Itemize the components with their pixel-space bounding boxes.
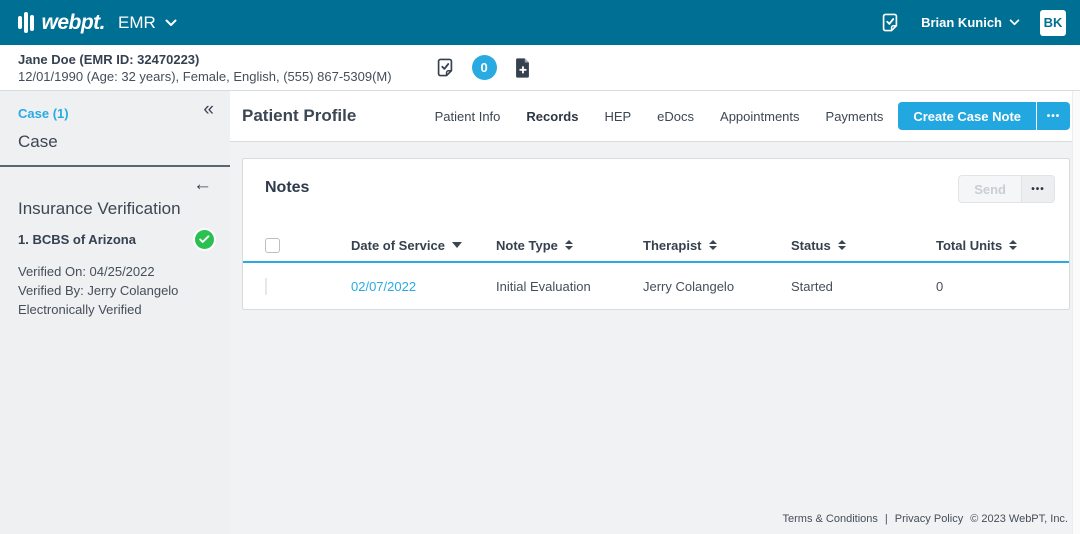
user-avatar[interactable]: BK bbox=[1040, 9, 1066, 36]
note-type-cell: Initial Evaluation bbox=[496, 278, 591, 294]
create-case-note-split-button: Create Case Note ••• bbox=[898, 102, 1070, 130]
topbar-actions: Brian Kunich BK bbox=[879, 9, 1066, 36]
tab-appointments[interactable]: Appointments bbox=[720, 109, 800, 124]
patient-details: 12/01/1990 (Age: 32 years), Female, Engl… bbox=[18, 68, 392, 84]
case-sidebar: Case (1) « Case ← Insurance Verification… bbox=[0, 91, 230, 534]
add-document-icon[interactable] bbox=[513, 57, 532, 79]
sort-icon bbox=[708, 240, 717, 250]
records-content: Notes Send ••• Date of Service Note Type… bbox=[230, 142, 1080, 534]
insurance-verification-title: Insurance Verification bbox=[18, 199, 181, 218]
sort-icon bbox=[837, 240, 846, 250]
patient-name: Jane Doe (EMR ID: 32470223) bbox=[18, 51, 200, 67]
notes-card: Notes Send ••• Date of Service Note Type… bbox=[242, 158, 1070, 310]
footer-separator: | bbox=[884, 513, 888, 525]
send-button-group: Send ••• bbox=[958, 175, 1055, 203]
total-units-cell: 0 bbox=[936, 278, 944, 294]
column-date-of-service[interactable]: Date of Service bbox=[351, 238, 496, 253]
sort-icon bbox=[451, 242, 462, 248]
product-name: EMR bbox=[118, 12, 156, 32]
create-case-note-button[interactable]: Create Case Note bbox=[898, 102, 1036, 130]
case-title: Case bbox=[18, 132, 58, 151]
chevron-down-icon bbox=[1009, 19, 1020, 26]
notes-card-header: Notes Send ••• bbox=[243, 159, 1069, 229]
user-menu[interactable]: Brian Kunich bbox=[921, 15, 1020, 30]
user-name: Brian Kunich bbox=[921, 15, 1002, 30]
case-count-link[interactable]: Case (1) bbox=[18, 106, 69, 121]
therapist-cell: Jerry Colangelo bbox=[643, 278, 735, 294]
patient-summary-bar: Jane Doe (EMR ID: 32470223) 12/01/1990 (… bbox=[0, 45, 1080, 91]
column-note-type[interactable]: Note Type bbox=[496, 238, 643, 253]
insurance-name: 1. BCBS of Arizona bbox=[18, 232, 136, 247]
notes-table-body: 02/07/2022 Initial Evaluation Jerry Cola… bbox=[243, 263, 1069, 309]
page-footer: Terms & Conditions | Privacy Policy © 20… bbox=[230, 504, 1069, 534]
copyright-text: © 2023 WebPT, Inc. bbox=[970, 513, 1068, 525]
verified-on: Verified On: 04/25/2022 bbox=[18, 264, 155, 279]
column-label: Therapist bbox=[643, 237, 702, 253]
profile-tabs: Patient Info Records HEP eDocs Appointments P… bbox=[435, 109, 884, 124]
date-of-service-link[interactable]: 02/07/2022 bbox=[351, 279, 496, 294]
collapse-sidebar-icon[interactable]: « bbox=[203, 99, 214, 121]
webpt-logo-icon bbox=[18, 12, 34, 33]
note-check-icon[interactable] bbox=[434, 56, 456, 79]
tab-patient-info[interactable]: Patient Info bbox=[435, 109, 501, 124]
brand-name: webpt. bbox=[41, 10, 106, 34]
table-row: 02/07/2022 Initial Evaluation Jerry Cola… bbox=[243, 263, 1069, 309]
column-label: Note Type bbox=[496, 237, 558, 253]
top-navigation-bar: webpt. EMR Brian Kunich BK bbox=[0, 0, 1080, 45]
case-header: Case (1) « Case bbox=[0, 91, 230, 167]
sort-icon bbox=[564, 240, 573, 250]
privacy-link[interactable]: Privacy Policy bbox=[895, 513, 963, 525]
create-note-more-icon[interactable]: ••• bbox=[1037, 102, 1070, 130]
tasks-note-check-icon[interactable] bbox=[879, 11, 901, 34]
chevron-down-icon bbox=[165, 19, 177, 27]
column-label: Total Units bbox=[936, 237, 1003, 253]
verified-by: Verified By: Jerry Colangelo bbox=[18, 283, 179, 298]
verification-details: Verified On: 04/25/2022 Verified By: Jer… bbox=[18, 262, 216, 319]
notes-title: Notes bbox=[265, 179, 310, 196]
send-button[interactable]: Send bbox=[958, 175, 1022, 203]
column-therapist[interactable]: Therapist bbox=[643, 238, 791, 253]
tab-edocs[interactable]: eDocs bbox=[657, 109, 694, 124]
column-label: Status bbox=[791, 237, 831, 253]
status-cell: Started bbox=[791, 278, 833, 294]
select-all-checkbox[interactable] bbox=[265, 237, 280, 253]
select-all-cell bbox=[265, 237, 351, 253]
patient-profile-header: Patient Profile Patient Info Records HEP eD… bbox=[230, 91, 1080, 142]
back-arrow-icon[interactable]: ← bbox=[193, 175, 212, 194]
terms-link[interactable]: Terms & Conditions bbox=[783, 513, 878, 525]
sort-icon bbox=[1009, 240, 1018, 250]
notes-more-icon[interactable]: ••• bbox=[1022, 175, 1055, 203]
notes-table-header: Date of Service Note Type Therapist Stat… bbox=[243, 229, 1069, 263]
page-title: Patient Profile bbox=[242, 106, 357, 125]
verified-method: Electronically Verified bbox=[18, 302, 142, 317]
row-checkbox[interactable] bbox=[265, 277, 267, 295]
patient-summary: Jane Doe (EMR ID: 32470223) 12/01/1990 (… bbox=[18, 51, 392, 85]
column-status[interactable]: Status bbox=[791, 238, 936, 253]
column-total-units[interactable]: Total Units bbox=[936, 238, 1069, 253]
tab-records[interactable]: Records bbox=[526, 109, 578, 124]
insurance-item[interactable]: 1. BCBS of Arizona bbox=[18, 230, 216, 249]
tab-payments[interactable]: Payments bbox=[826, 109, 884, 124]
webpt-emr-brand[interactable]: webpt. EMR bbox=[18, 11, 177, 35]
column-label: Date of Service bbox=[351, 237, 445, 253]
patient-quick-actions: 0 bbox=[434, 55, 532, 80]
tab-hep[interactable]: HEP bbox=[604, 109, 631, 124]
insurance-verification-section: ← Insurance Verification 1. BCBS of Ariz… bbox=[0, 167, 230, 319]
verified-check-icon bbox=[195, 230, 214, 249]
vertical-scrollbar[interactable] bbox=[1072, 91, 1080, 534]
alert-count-badge[interactable]: 0 bbox=[471, 55, 497, 80]
